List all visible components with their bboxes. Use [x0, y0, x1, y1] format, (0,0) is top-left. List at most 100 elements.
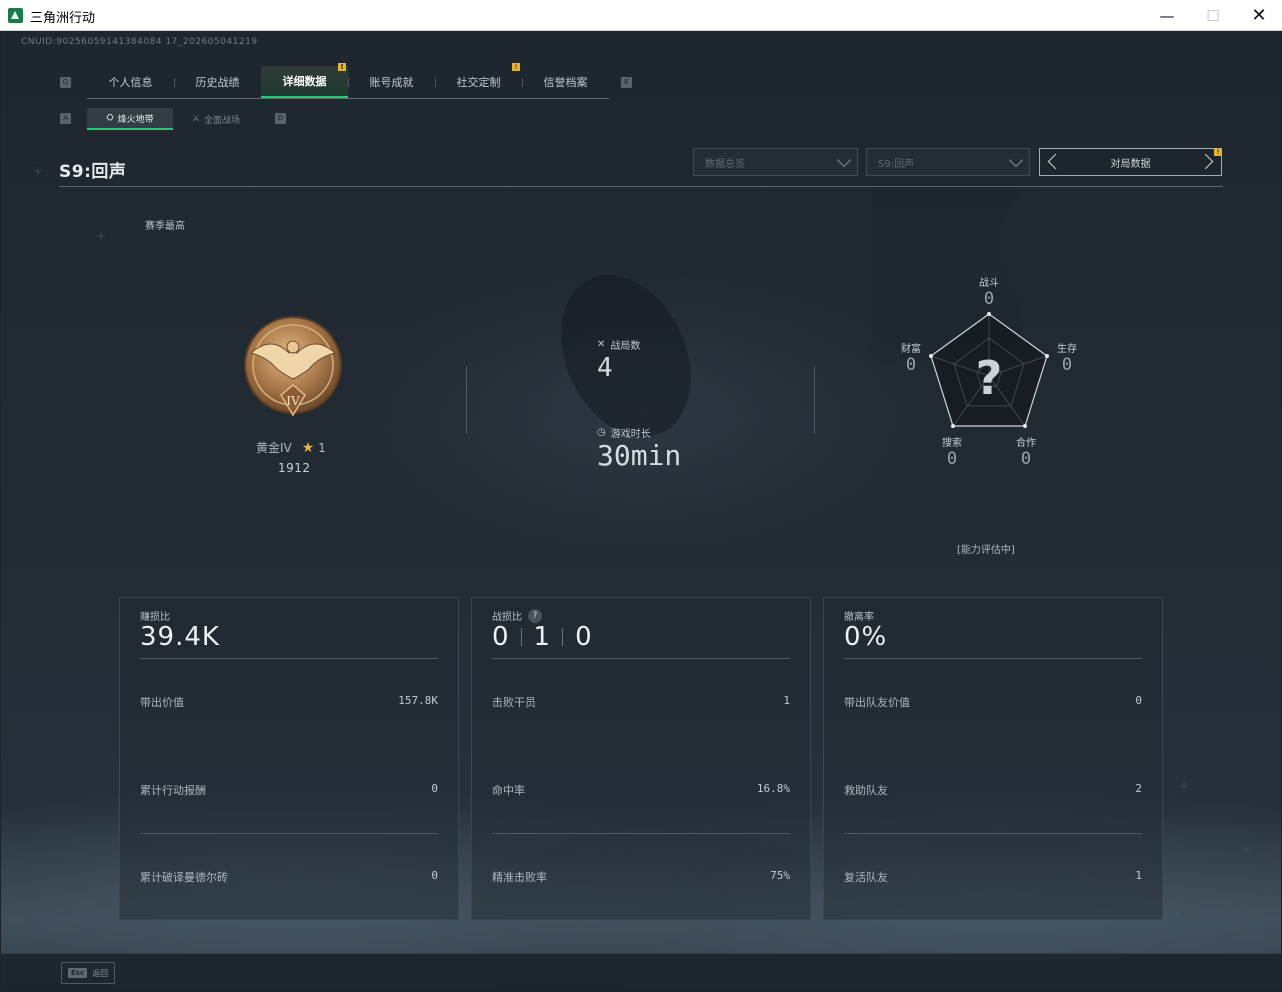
radar-label-wealth: 财富 — [901, 344, 921, 355]
profit-loss-card: 赚损比 39.4K 带出价值 157.8K 累计行动报酬 0 累计破译曼德尔砖 … — [119, 597, 459, 920]
card-stat-row: 精准击败率 75% — [492, 869, 790, 885]
radar-label-combat: 战斗 — [979, 278, 999, 289]
radar-value-survival: 0 — [1061, 355, 1073, 375]
matches-value: 4 — [597, 353, 613, 383]
season-dropdown[interactable]: S9:回声 — [866, 148, 1030, 176]
playtime-value: 30min — [597, 439, 682, 472]
card-stat-row: 累计行动报酬 0 — [140, 782, 438, 798]
star-icon: ★ — [301, 439, 315, 456]
game-viewport: + + + + + CNUID:90256059141384084 17_202… — [1, 31, 1281, 991]
row-label: 击败干员 — [492, 696, 536, 709]
card-head-label-text: 战损比 — [492, 612, 522, 623]
matches-stat-label: ✕ 战局数 — [597, 337, 640, 352]
row-value: 16.8% — [756, 782, 790, 795]
tab-reputation[interactable]: 信誉档案 — [522, 66, 609, 98]
subtab-beacon-zone[interactable]: ⛭ 烽火地带 — [87, 108, 173, 130]
match-data-pager: 对局数据 ! — [1039, 148, 1222, 176]
notice-badge: ! — [338, 63, 346, 71]
pager-label: 对局数据 — [1110, 158, 1151, 170]
row-label: 救助队友 — [844, 784, 888, 797]
decor-cross-icon: + — [96, 229, 107, 243]
tab-social-custom[interactable]: 社交定制! — [435, 63, 522, 98]
card-head-label: 战损比 ? — [492, 608, 542, 623]
season-divider — [59, 186, 1223, 187]
row-value: 0 — [1135, 694, 1142, 707]
radar-value-wealth: 0 — [905, 355, 917, 375]
battlefield-icon: ⚔ — [191, 114, 201, 124]
row-value: 1 — [1135, 869, 1142, 882]
bottom-bar: Esc 返回 — [1, 953, 1281, 991]
window-titlebar: 三角洲行动 — ☐ ✕ — [0, 0, 1282, 31]
notice-badge: ! — [1214, 148, 1222, 156]
card-stat-row: 击败干员 1 — [492, 694, 790, 710]
maximize-button[interactable]: ☐ — [1190, 0, 1236, 31]
gold-rank-medal-icon: IV — [244, 316, 342, 417]
rank-score: 1912 — [278, 461, 311, 475]
card-stat-row: 带出队友价值 0 — [844, 694, 1142, 710]
subtab-label: 烽火地带 — [117, 114, 154, 125]
row-value: 75% — [770, 869, 790, 882]
kd-value: 1 — [533, 622, 551, 652]
radar-value-combat: 0 — [983, 289, 995, 309]
chevron-down-icon — [1008, 152, 1024, 168]
card-stat-row: 累计破译曼德尔砖 0 — [140, 869, 438, 885]
tab-history[interactable]: 历史战绩 — [174, 66, 261, 98]
season-title: S9:回声 — [59, 162, 127, 182]
rank-tier-label: 黄金IV — [256, 441, 292, 455]
esc-key-hint: Esc — [68, 968, 88, 978]
tab-personal-info[interactable]: 个人信息 — [87, 66, 174, 98]
chevron-right-icon[interactable] — [1197, 153, 1214, 170]
primary-tab-bar: 个人信息 历史战绩 详细数据! 账号成就 社交定制! 信誉档案 — [87, 63, 609, 99]
tab-next-key-hint[interactable]: E — [621, 77, 632, 88]
chevron-down-icon — [836, 152, 852, 168]
svg-text:IV: IV — [286, 394, 300, 408]
card-divider — [492, 833, 790, 834]
notice-badge: ! — [512, 63, 520, 71]
tab-detailed-data[interactable]: 详细数据! — [261, 63, 348, 98]
chevron-left-icon[interactable] — [1047, 153, 1064, 170]
card-head-value: 0% — [844, 622, 888, 652]
help-icon[interactable]: ? — [528, 608, 542, 623]
row-label: 累计行动报酬 — [140, 784, 206, 797]
tab-label: 社交定制 — [456, 76, 501, 89]
card-head-label: 赚损比 — [140, 612, 170, 623]
minimize-button[interactable]: — — [1144, 0, 1190, 31]
card-head-label: 撤离率 — [844, 612, 874, 623]
decor-cross-icon: + — [33, 164, 44, 178]
card-divider — [844, 658, 1142, 659]
subtab-full-battlefield[interactable]: ⚔ 全面战场 — [173, 108, 259, 130]
kd-separator — [520, 628, 522, 646]
card-stat-row: 命中率 16.8% — [492, 782, 790, 798]
card-divider — [492, 658, 790, 659]
vertical-divider — [814, 366, 815, 434]
row-label: 复活队友 — [844, 871, 888, 884]
tab-label: 详细数据 — [282, 75, 327, 88]
kill-death-card: 战损比 ? 0 1 0 击败干员 1 命中率 16.8% 精准击败率 75% — [471, 597, 811, 920]
subtab-prev-key-hint[interactable]: A — [60, 113, 71, 124]
row-value: 2 — [1135, 782, 1142, 795]
row-label: 带出队友价值 — [844, 696, 910, 709]
subtab-next-key-hint[interactable]: D — [275, 113, 286, 124]
ability-assessment-status: [能力评估中] — [957, 545, 1015, 556]
tab-prev-key-hint[interactable]: Q — [60, 77, 71, 88]
mode-tab-bar: ⛭ 烽火地带 ⚔ 全面战场 — [87, 108, 259, 130]
tab-achievements[interactable]: 账号成就 — [348, 66, 435, 98]
question-mark-icon: ? — [976, 351, 1003, 405]
close-button[interactable]: ✕ — [1236, 0, 1282, 31]
row-value: 0 — [431, 869, 438, 882]
card-stat-row: 带出价值 157.8K — [140, 694, 438, 710]
matches-label-text: 战局数 — [610, 341, 641, 352]
radar-value-search: 0 — [946, 449, 958, 469]
back-button[interactable]: Esc 返回 — [61, 962, 115, 984]
row-label: 带出价值 — [140, 696, 184, 709]
tab-label: 账号成就 — [369, 76, 414, 89]
dropdown-value: 数据总览 — [705, 158, 745, 170]
card-stat-row: 复活队友 1 — [844, 869, 1142, 885]
tab-label: 个人信息 — [108, 76, 153, 89]
data-overview-dropdown[interactable]: 数据总览 — [693, 148, 858, 176]
radar-label-search: 搜索 — [942, 438, 962, 449]
clock-icon: ◷ — [597, 427, 606, 438]
kd-value: 0 — [492, 622, 509, 652]
kd-values: 0 1 0 — [492, 622, 592, 652]
row-label: 精准击败率 — [492, 871, 547, 884]
